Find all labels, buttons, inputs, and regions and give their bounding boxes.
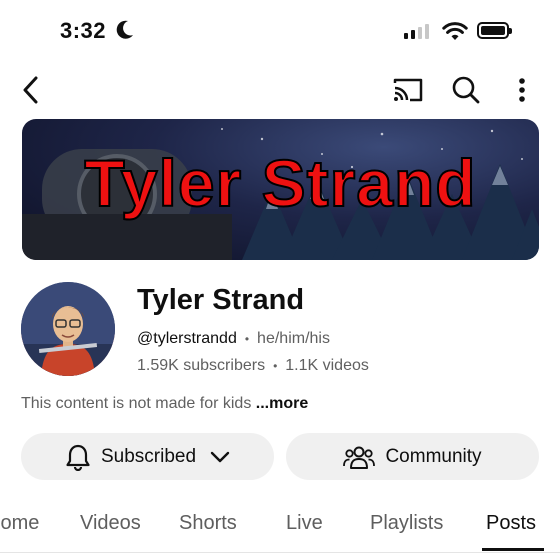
tab-live[interactable]: Live	[286, 512, 323, 535]
separator-dot: •	[273, 359, 278, 373]
channel-handle: @tylerstrandd	[137, 330, 237, 347]
more-vertical-icon	[519, 78, 525, 102]
channel-tabs: Home Videos Shorts Live Playlists Posts	[0, 500, 560, 552]
search-button[interactable]	[448, 72, 484, 108]
video-count: 1.1K videos	[285, 357, 369, 374]
wifi-icon	[442, 22, 468, 40]
active-tab-indicator	[482, 548, 544, 551]
more-link[interactable]: ...more	[256, 395, 308, 412]
tab-shorts[interactable]: Shorts	[179, 512, 237, 535]
channel-name: Tyler Strand	[137, 284, 305, 316]
description-text: This content is not made for kids	[21, 395, 256, 412]
cast-button[interactable]	[390, 74, 426, 106]
tabs-divider	[0, 552, 560, 553]
channel-avatar[interactable]	[21, 282, 115, 376]
tab-videos[interactable]: Videos	[80, 512, 141, 535]
back-button[interactable]	[16, 74, 46, 106]
community-label: Community	[385, 445, 482, 467]
subscriber-count: 1.59K subscribers	[137, 357, 266, 374]
tab-playlists[interactable]: Playlists	[370, 512, 443, 535]
banner-title: Tyler Strand	[83, 145, 477, 221]
chevron-left-icon	[23, 76, 38, 104]
moon-icon	[116, 20, 133, 39]
subscribed-button[interactable]: Subscribed	[21, 433, 274, 480]
cast-icon	[393, 78, 423, 102]
tab-home[interactable]: Home	[0, 512, 39, 535]
community-button[interactable]: Community	[286, 433, 539, 480]
status-time: 3:32	[60, 18, 107, 43]
channel-banner: Tyler Strand	[22, 119, 539, 260]
channel-description[interactable]: This content is not made for kids ...mor…	[21, 395, 308, 413]
community-icon	[343, 446, 376, 469]
tab-posts[interactable]: Posts	[486, 512, 536, 535]
channel-stats-row: 1.59K subscribers • 1.1K videos	[137, 357, 369, 375]
cellular-signal-icon	[404, 24, 429, 39]
chevron-down-icon	[210, 451, 230, 462]
avatar-image	[21, 282, 115, 376]
search-icon	[452, 76, 480, 104]
channel-pronouns: he/him/his	[257, 330, 330, 347]
channel-handle-row: @tylerstrandd • he/him/his	[137, 330, 330, 348]
battery-icon	[477, 22, 512, 39]
subscribed-label: Subscribed	[100, 445, 197, 467]
more-options-button[interactable]	[508, 72, 536, 108]
bell-icon	[66, 444, 90, 471]
separator-dot: •	[244, 332, 250, 346]
